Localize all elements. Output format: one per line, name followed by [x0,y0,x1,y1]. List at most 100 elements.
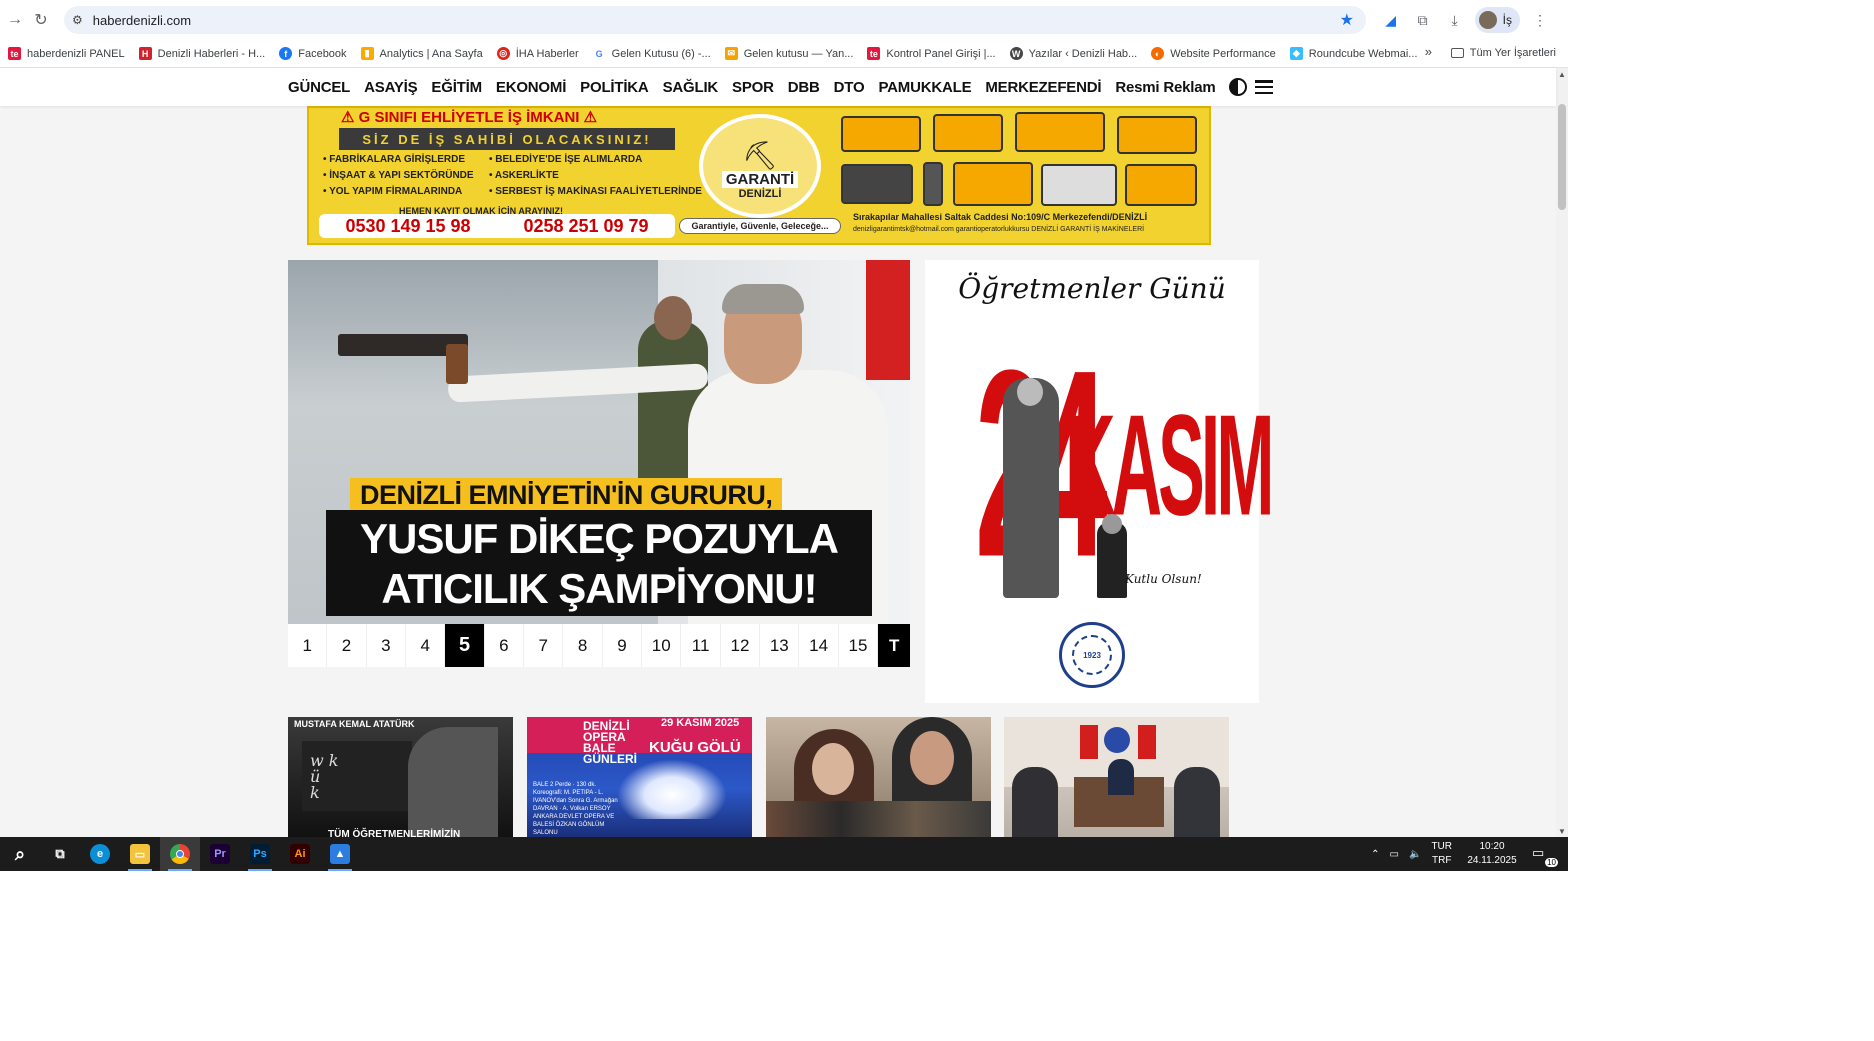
bookmark-item[interactable]: te haberdenizli PANEL [8,47,125,60]
pager-item-active[interactable]: 5 [445,624,485,667]
reload-icon[interactable]: ↻ [26,5,56,35]
pager-item[interactable]: 10 [642,624,682,667]
bookmark-item[interactable]: H Denizli Haberleri - H... [138,47,265,60]
news-thumb-2[interactable]: DENİZLİ OPERA BALE GÜNLERİ 29 KASIM 2025… [527,717,752,837]
site-info-icon[interactable]: ⚙ [72,13,83,27]
bookmark-item[interactable]: G Gelen Kutusu (6) -... [592,47,711,60]
search-icon[interactable]: ⌕ [0,837,40,871]
nav-spor[interactable]: SPOR [732,79,774,96]
ad-slogan: Garantiyle, Güvenle, Geleceğe... [679,218,841,234]
profile-label: İş [1502,13,1512,27]
ra-title: Öğretmenler Günü [958,272,1226,305]
pager-item[interactable]: 7 [524,624,564,667]
ad-banner-garanti[interactable]: ⚠ G SINIFI EHLİYETLE İŞ İMKANI ⚠ SİZ DE … [307,106,1211,245]
pager-item[interactable]: 8 [563,624,603,667]
onedrive-icon[interactable]: ◢ [1379,8,1403,32]
scroll-down-icon[interactable]: ▼ [1558,827,1566,836]
ad-ogretmenler-gunu[interactable]: Öğretmenler Günü 24 KASIM Kutlu Olsun! 1… [925,260,1275,703]
bookmark-item[interactable]: te Kontrol Panel Girişi |... [867,47,996,60]
bookmark-star-icon[interactable]: ★ [1340,10,1354,30]
pager-all-button[interactable]: T [878,624,911,667]
profile-button[interactable]: İş [1474,7,1520,33]
notification-icon[interactable]: ▭ 10 [1532,845,1558,867]
volume-icon[interactable]: 🔈 [1409,849,1421,860]
extensions-icon[interactable]: ⧉ [1411,8,1435,32]
pager-item[interactable]: 3 [367,624,407,667]
pager-item[interactable]: 14 [799,624,839,667]
nav-pamukkale[interactable]: PAMUKKALE [878,79,971,96]
slider-caption-1: DENİZLİ EMNİYETİN'İN GURURU, [350,478,783,513]
scrollbar-thumb[interactable] [1558,104,1566,210]
pager-item[interactable]: 6 [485,624,525,667]
thumb2-info: BALE 2 Perde · 130 dk. Koreografi: M. PE… [533,782,618,836]
nav-asayis[interactable]: ASAYİŞ [364,79,417,96]
premiere-icon[interactable]: Pr [200,837,240,871]
pager-item[interactable]: 15 [839,624,879,667]
news-thumb-1[interactable]: MUSTAFA KEMAL ATATÜRK w k ü k TÜM ÖĞRETM… [288,717,513,837]
bookmark-item[interactable]: f Facebook [279,47,347,60]
photos-icon[interactable]: ▲ [320,837,360,871]
network-icon[interactable]: ▭ [1390,849,1399,860]
nav-saglik[interactable]: SAĞLIK [663,79,719,96]
ad-list-left: • FABRİKALARA GİRİŞLERDE • İNŞAAT & YAPI… [323,154,474,197]
news-thumb-4[interactable] [1004,717,1229,837]
bookmark-item[interactable]: ✉ Gelen kutusu — Yan... [724,47,853,60]
bookmarks-bar: te haberdenizli PANEL H Denizli Haberleri … [0,40,1568,68]
analytics-icon: ▮ [360,47,374,60]
nav-merkezefendi[interactable]: MERKEZEFENDİ [985,79,1101,96]
nav-egitim[interactable]: EĞİTİM [431,79,482,96]
headline-slider[interactable]: DENİZLİ EMNİYETİN'İN GURURU, YUSUF DİKEÇ… [288,260,910,624]
all-bookmarks[interactable]: Tüm Yer İşaretleri [1450,47,1556,59]
hamburger-menu-icon[interactable] [1255,80,1274,94]
address-bar[interactable]: ⚙ haberdenizli.com ★ [64,6,1366,34]
url-text[interactable]: haberdenizli.com [93,13,191,28]
nav-ekonomi[interactable]: EKONOMİ [496,79,566,96]
pager-item[interactable]: 1 [288,624,328,667]
ballet-dancer-image [617,759,727,819]
pager-item[interactable]: 4 [406,624,446,667]
slider-caption-2: YUSUF DİKEÇ POZUYLA ATICILIK ŞAMPİYONU! [326,510,872,616]
site-nav: GÜNCEL ASAYİŞ EĞİTİM EKONOMİ POLİTİKA SA… [0,68,1556,106]
edge-icon[interactable]: e [80,837,120,871]
bookmark-item[interactable]: ◎ İHA Haberler [496,47,579,60]
toolbar-right: ◢ ⧉ ⤓ İş ⋮ [1379,6,1568,34]
pager-item[interactable]: 9 [603,624,643,667]
bookmarks-overflow-icon[interactable]: » [1425,44,1432,59]
ad-phones: 0530 149 15 98 0258 251 09 79 [319,214,675,238]
tray-chevron-icon[interactable]: ⌃ [1371,849,1379,860]
scroll-up-icon[interactable]: ▲ [1558,70,1566,79]
nav-guncel[interactable]: GÜNCEL [288,79,350,96]
photoshop-icon[interactable]: Ps [240,837,280,871]
ad-contact: denizligarantimtsk@hotmail.com garantiop… [853,226,1145,233]
nav-politika[interactable]: POLİTİKA [580,79,649,96]
bookmark-item[interactable]: ▮ Analytics | Ana Sayfa [360,47,483,60]
page-content: ⚠ G SINIFI EHLİYETLE İŞ İMKANI ⚠ SİZ DE … [0,106,1556,837]
page-scrollbar[interactable]: ▲ ▼ [1556,68,1568,837]
menu-kebab-icon[interactable]: ⋮ [1528,8,1552,32]
chrome-icon[interactable] [160,837,200,871]
clock[interactable]: 10:20 24.11.2025 [1462,840,1522,868]
download-icon[interactable]: ⤓ [1443,8,1467,32]
pager-item[interactable]: 12 [721,624,761,667]
turkish-flag-image [1080,725,1098,759]
system-tray: ⌃ ▭ 🔈 TUR TRF 10:20 24.11.2025 ▭ 10 [1371,837,1568,871]
phone-2: 0258 251 09 79 [523,215,649,236]
bookmark-item[interactable]: ◆ Roundcube Webmai... [1289,47,1417,60]
nav-resmi-reklam[interactable]: Resmi Reklam [1115,79,1215,96]
news-thumb-3[interactable] [766,717,991,837]
bookmark-item[interactable]: W Yazılar ‹ Denizli Hab... [1009,47,1137,60]
performance-icon: ◐ [1151,47,1165,60]
bookmark-item[interactable]: ◐ Website Performance [1151,47,1276,60]
pager-item[interactable]: 11 [681,624,721,667]
nav-dto[interactable]: DTO [834,79,865,96]
file-explorer-icon[interactable]: ▭ [120,837,160,871]
pager-item[interactable]: 13 [760,624,800,667]
dark-mode-toggle-icon[interactable] [1229,78,1248,96]
illustrator-icon[interactable]: Ai [280,837,320,871]
language-indicator[interactable]: TUR TRF [1431,840,1452,868]
wordpress-icon: W [1009,47,1023,60]
thumb1-footer: TÜM ÖĞRETMENLERİMİZİN [328,829,461,837]
pager-item[interactable]: 2 [327,624,367,667]
nav-dbb[interactable]: DBB [788,79,820,96]
task-view-icon[interactable]: ⧉ [40,837,80,871]
